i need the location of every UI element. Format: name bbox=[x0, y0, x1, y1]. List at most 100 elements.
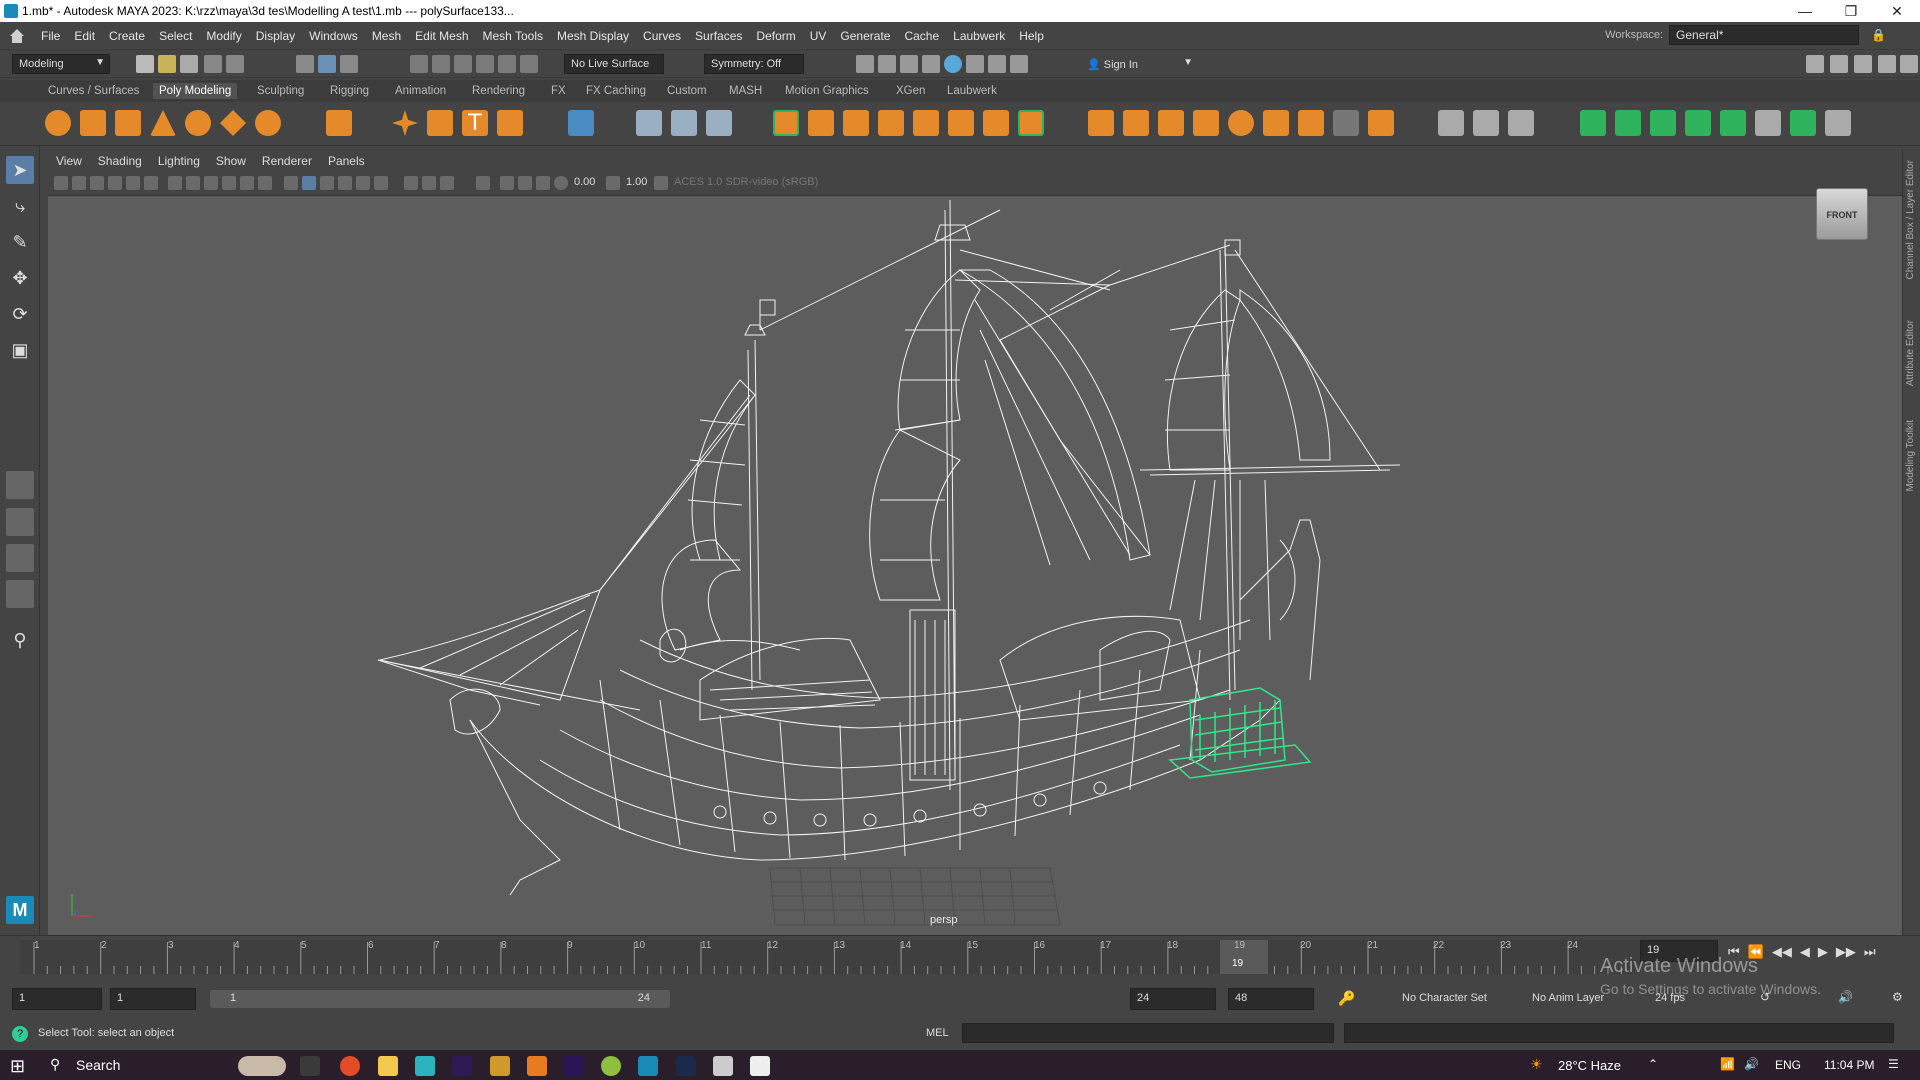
ipr-render-icon[interactable] bbox=[878, 55, 896, 73]
poly-cube-icon[interactable] bbox=[80, 110, 106, 136]
channel-box-toggle-icon[interactable] bbox=[1900, 55, 1918, 73]
menuset-dropdown[interactable]: Modeling ▼ bbox=[12, 54, 110, 74]
playback-start-field[interactable]: 1 bbox=[110, 988, 196, 1010]
home-icon[interactable] bbox=[6, 25, 28, 47]
menu-help[interactable]: Help bbox=[1012, 29, 1051, 43]
app-icon[interactable] bbox=[490, 1056, 510, 1076]
step-back-frame-icon[interactable]: ◀◀ bbox=[1772, 944, 1792, 960]
workspace-dropdown[interactable]: General* bbox=[1669, 25, 1860, 45]
viewport-menu-renderer[interactable]: Renderer bbox=[254, 154, 320, 168]
search-icon[interactable]: ⚲ bbox=[6, 626, 34, 654]
scene-start-field[interactable]: 1 bbox=[12, 988, 102, 1010]
calculator-icon[interactable] bbox=[750, 1056, 770, 1076]
paint-select-tool-icon[interactable]: ✎ bbox=[6, 228, 34, 256]
play-forwards-icon[interactable]: ▶ bbox=[1818, 944, 1828, 960]
shelf-tab-fx[interactable]: FX bbox=[545, 83, 572, 99]
menu-surfaces[interactable]: Surfaces bbox=[688, 29, 749, 43]
gamma-icon[interactable] bbox=[606, 176, 620, 190]
outliner-toggle-icon[interactable] bbox=[1830, 55, 1848, 73]
menu-mesh-display[interactable]: Mesh Display bbox=[550, 29, 636, 43]
auto-key-icon[interactable]: 🔑 bbox=[1338, 990, 1355, 1007]
taskbar-search-label[interactable]: Search bbox=[76, 1057, 120, 1073]
field-chart-icon[interactable] bbox=[240, 176, 254, 190]
shelf-tab-poly-modeling[interactable]: Poly Modeling bbox=[153, 83, 238, 99]
move-tool-icon[interactable]: ✥ bbox=[6, 264, 34, 292]
language-indicator[interactable]: ENG bbox=[1775, 1058, 1801, 1072]
render-view-icon[interactable] bbox=[966, 55, 984, 73]
poly-cone-icon[interactable] bbox=[150, 110, 176, 136]
poly-cylinder-icon[interactable] bbox=[115, 110, 141, 136]
separate-icon[interactable] bbox=[843, 110, 869, 136]
circularize-icon[interactable] bbox=[1368, 110, 1394, 136]
shelf-tab-rendering[interactable]: Rendering bbox=[466, 83, 531, 99]
play-backwards-icon[interactable]: ◀ bbox=[1800, 944, 1810, 960]
xray-joints-icon[interactable] bbox=[518, 176, 532, 190]
lights-icon[interactable] bbox=[356, 176, 370, 190]
undo-icon[interactable] bbox=[204, 55, 222, 73]
extract-icon[interactable] bbox=[983, 110, 1009, 136]
viewport-menu-shading[interactable]: Shading bbox=[90, 154, 150, 168]
snap-point-icon[interactable] bbox=[454, 55, 472, 73]
weather-icon[interactable]: ☀ bbox=[1530, 1056, 1543, 1073]
menu-mesh-tools[interactable]: Mesh Tools bbox=[476, 29, 550, 43]
snap-projected-icon[interactable] bbox=[476, 55, 494, 73]
poly-disc-icon[interactable] bbox=[255, 110, 281, 136]
target-weld-icon[interactable] bbox=[1508, 110, 1534, 136]
poly-plane-icon[interactable] bbox=[220, 110, 246, 136]
film-gate-icon[interactable] bbox=[186, 176, 200, 190]
snap-curve-icon[interactable] bbox=[432, 55, 450, 73]
spherical-map-icon[interactable] bbox=[1685, 110, 1711, 136]
menu-edit-mesh[interactable]: Edit Mesh bbox=[408, 29, 475, 43]
menu-display[interactable]: Display bbox=[249, 29, 302, 43]
super-shape-icon[interactable] bbox=[392, 110, 418, 136]
save-scene-icon[interactable] bbox=[180, 55, 198, 73]
tool-settings-toggle-icon[interactable] bbox=[1878, 55, 1896, 73]
rotate-tool-icon[interactable]: ⟳ bbox=[6, 300, 34, 328]
mesh-grid-icon[interactable] bbox=[568, 110, 594, 136]
attribute-editor-toggle-icon[interactable] bbox=[1854, 55, 1872, 73]
poly-torus-icon[interactable] bbox=[185, 110, 211, 136]
close-icon[interactable]: ✕ bbox=[1874, 0, 1920, 22]
viewport-menu-show[interactable]: Show bbox=[208, 154, 254, 168]
search-icon[interactable]: ⚲ bbox=[50, 1056, 60, 1073]
render-current-frame-icon[interactable] bbox=[856, 55, 874, 73]
tab-attribute-editor[interactable]: Attribute Editor bbox=[1905, 320, 1916, 386]
ship-wireframe-model[interactable] bbox=[48, 196, 1903, 935]
tab-modeling-toolkit[interactable]: Modeling Toolkit bbox=[1905, 420, 1916, 492]
planar-map-icon[interactable] bbox=[1615, 110, 1641, 136]
preferences-icon[interactable]: ⚙ bbox=[1892, 990, 1903, 1004]
new-scene-icon[interactable] bbox=[136, 55, 154, 73]
multi-cut-icon[interactable] bbox=[773, 110, 799, 136]
safe-action-icon[interactable] bbox=[258, 176, 272, 190]
sound-icon[interactable]: 🔊 bbox=[1838, 990, 1853, 1004]
menu-uv[interactable]: UV bbox=[803, 29, 834, 43]
viewport-menu-view[interactable]: View bbox=[48, 154, 90, 168]
character-set-dropdown[interactable]: No Character Set bbox=[1402, 992, 1487, 1004]
tab-channel-box[interactable]: Channel Box / Layer Editor bbox=[1905, 160, 1916, 280]
motion-blur-icon[interactable] bbox=[422, 176, 436, 190]
download-app-icon[interactable] bbox=[415, 1056, 435, 1076]
isolate-select-icon[interactable] bbox=[476, 176, 490, 190]
command-line-input[interactable] bbox=[962, 1023, 1334, 1043]
shelf-tab-laubwerk[interactable]: Laubwerk bbox=[941, 83, 1003, 99]
combine-icon[interactable] bbox=[808, 110, 834, 136]
scale-tool-icon[interactable]: ▣ bbox=[6, 336, 34, 364]
view-transform-icon[interactable] bbox=[654, 176, 668, 190]
soft-select-icon[interactable] bbox=[706, 110, 732, 136]
sew-uv-icon[interactable] bbox=[1825, 110, 1851, 136]
image-plane-icon[interactable] bbox=[90, 176, 104, 190]
quad-draw-icon[interactable] bbox=[1438, 110, 1464, 136]
notification-icon[interactable]: ☰ bbox=[1888, 1057, 1899, 1071]
step-forward-frame-icon[interactable]: ▶▶ bbox=[1836, 944, 1856, 960]
select-by-object-icon[interactable] bbox=[318, 55, 336, 73]
lasso-tool-icon[interactable]: ⤷ bbox=[6, 192, 34, 220]
menu-deform[interactable]: Deform bbox=[749, 29, 802, 43]
timeline-ruler[interactable] bbox=[20, 940, 1640, 974]
mirror-icon[interactable] bbox=[948, 110, 974, 136]
four-view-layout-icon[interactable] bbox=[6, 508, 34, 536]
scene-end-field[interactable]: 48 bbox=[1228, 988, 1314, 1010]
type-tool-icon[interactable]: T bbox=[462, 110, 488, 136]
smooth-icon[interactable] bbox=[878, 110, 904, 136]
single-perspective-layout-icon[interactable] bbox=[6, 471, 34, 499]
playback-end-field[interactable]: 24 bbox=[1130, 988, 1216, 1010]
